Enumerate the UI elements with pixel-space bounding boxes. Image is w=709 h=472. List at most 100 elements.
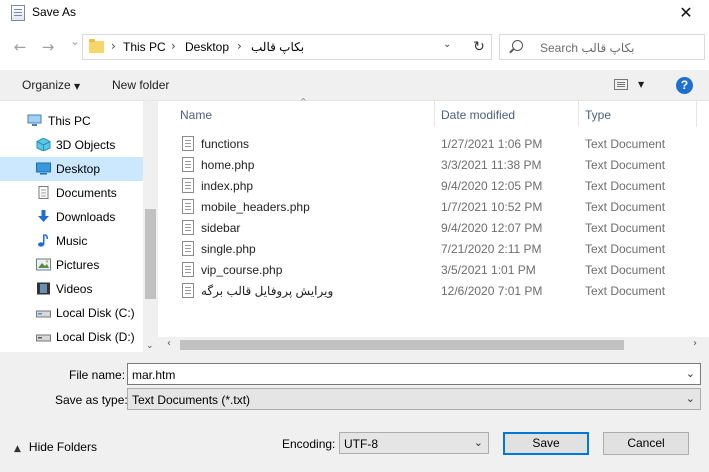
cube-icon [36, 138, 51, 151]
sidebar-item-3d-objects[interactable]: 3D Objects [0, 133, 143, 157]
sidebar-item-local-disk-c[interactable]: Local Disk (C:) [0, 301, 143, 325]
breadcrumb-separator[interactable]: › [111, 39, 116, 53]
new-folder-button[interactable]: New folder [112, 78, 169, 92]
text-document-icon [182, 220, 194, 235]
navigation-scrollbar[interactable]: ⌄ [143, 101, 158, 353]
sidebar-item-local-disk-d[interactable]: Local Disk (D:) [0, 325, 143, 349]
chevron-down-icon: ⌄ [473, 436, 483, 449]
file-type: Text Document [585, 137, 666, 151]
file-row[interactable]: functions 1/27/2021 1:06 PM Text Documen… [178, 133, 698, 154]
column-divider[interactable] [434, 101, 435, 127]
column-header-date-modified[interactable]: Date modified [441, 108, 515, 122]
scroll-left-icon[interactable]: ‹ [167, 338, 171, 349]
sidebar-item-label: Pictures [56, 258, 100, 272]
file-name-field[interactable]: mar.htm ⌄ [127, 363, 701, 385]
scroll-down-icon[interactable]: ⌄ [146, 341, 154, 351]
horizontal-scrollbar[interactable]: ‹ › [158, 337, 709, 353]
refresh-button[interactable]: ↻ [467, 34, 492, 60]
save-as-type-label: Save as type: [55, 393, 128, 407]
file-type: Text Document [585, 242, 666, 256]
sidebar-item-label: Documents [56, 186, 117, 200]
search-input[interactable]: Search بکاپ قالب [540, 41, 634, 55]
file-name: home.php [201, 158, 255, 172]
drive-icon [36, 334, 51, 342]
cancel-button[interactable]: Cancel [603, 432, 689, 455]
view-options-icon[interactable] [614, 79, 628, 90]
file-row[interactable]: index.php 9/4/2020 12:05 PM Text Documen… [178, 175, 698, 196]
text-document-icon [182, 136, 194, 151]
file-type: Text Document [585, 200, 666, 214]
navigation-pane: This PC 3D Objects Desktop Documents Dow… [0, 100, 158, 353]
file-type: Text Document [585, 158, 666, 172]
chevron-down-icon[interactable]: ⌄ [686, 367, 695, 380]
column-header-type[interactable]: Type [585, 108, 611, 122]
file-row[interactable]: mobile_headers.php 1/7/2021 10:52 PM Tex… [178, 196, 698, 217]
sidebar-item-label: Downloads [56, 210, 116, 224]
back-button[interactable]: ← [10, 38, 30, 56]
chevron-down-icon: ⌄ [685, 392, 695, 405]
column-divider[interactable] [578, 101, 579, 127]
file-date: 12/6/2020 7:01 PM [441, 284, 543, 298]
file-date: 1/27/2021 1:06 PM [441, 137, 543, 151]
breadcrumb-desktop[interactable]: Desktop [185, 40, 229, 54]
column-header-name[interactable]: Name [180, 108, 212, 122]
sidebar-item-documents[interactable]: Documents [0, 181, 143, 205]
help-button[interactable]: ? [676, 77, 693, 94]
music-note-icon [38, 234, 48, 247]
encoding-value: UTF-8 [344, 437, 378, 451]
scroll-right-icon[interactable]: › [693, 338, 697, 349]
file-row[interactable]: home.php 3/3/2021 11:38 PM Text Document [178, 154, 698, 175]
sidebar-item-downloads[interactable]: Downloads [0, 205, 143, 229]
file-type: Text Document [585, 263, 666, 277]
file-name: index.php [201, 179, 254, 193]
sidebar-item-label: This PC [48, 114, 91, 128]
file-row[interactable]: single.php 7/21/2020 2:11 PM Text Docume… [178, 238, 698, 259]
computer-icon [27, 114, 42, 126]
scrollbar-thumb[interactable] [145, 209, 156, 299]
file-name: ویرایش پروفایل قالب برگه [201, 284, 334, 298]
text-document-icon [182, 262, 194, 277]
hide-folders-button[interactable]: ▲ Hide Folders [14, 440, 97, 454]
sidebar-item-label: Local Disk (D:) [56, 330, 135, 344]
text-document-icon [182, 157, 194, 172]
column-divider[interactable] [696, 101, 697, 127]
search-box[interactable]: Search بکاپ قالب [499, 34, 705, 60]
drive-icon [36, 310, 51, 318]
breadcrumb-current-folder[interactable]: بکاپ قالب [251, 40, 304, 54]
breadcrumb-this-pc[interactable]: This PC [123, 40, 166, 54]
sidebar-item-music[interactable]: Music [0, 229, 143, 253]
file-name: functions [201, 137, 250, 151]
save-form: File name: mar.htm ⌄ Save as type: Text … [0, 352, 709, 472]
download-arrow-icon [38, 210, 49, 222]
sidebar-item-this-pc[interactable]: This PC [0, 109, 143, 133]
notepad-icon [11, 5, 25, 21]
file-row[interactable]: sidebar 9/4/2020 12:07 PM Text Document [178, 217, 698, 238]
organize-button[interactable]: Organize ▼ [22, 78, 80, 92]
encoding-select[interactable]: UTF-8 ⌄ [339, 432, 489, 454]
close-button[interactable]: ✕ [663, 0, 709, 26]
sidebar-item-videos[interactable]: Videos [0, 277, 143, 301]
breadcrumb-separator[interactable]: › [237, 39, 242, 53]
view-dropdown-icon[interactable]: ▼ [638, 80, 644, 89]
scrollbar-thumb[interactable] [180, 340, 624, 350]
sidebar-item-desktop[interactable]: Desktop [0, 157, 143, 181]
save-button[interactable]: Save [503, 432, 589, 455]
search-icon [512, 40, 523, 51]
file-name: single.php [201, 242, 256, 256]
chevron-up-icon: ▲ [14, 444, 21, 454]
sidebar-item-label: Local Disk (C:) [56, 306, 135, 320]
save-as-type-select[interactable]: Text Documents (*.txt) ⌄ [127, 388, 701, 410]
file-date: 9/4/2020 12:07 PM [441, 221, 543, 235]
sidebar-item-pictures[interactable]: Pictures [0, 253, 143, 277]
address-bar[interactable]: › This PC › Desktop › بکاپ قالب ⌄ [82, 34, 492, 60]
text-document-icon [182, 241, 194, 256]
file-row[interactable]: vip_course.php 3/5/2021 1:01 PM Text Doc… [178, 259, 698, 280]
forward-button[interactable]: → [38, 38, 58, 56]
text-document-icon [182, 199, 194, 214]
file-row[interactable]: ویرایش پروفایل قالب برگه 12/6/2020 7:01 … [178, 280, 698, 301]
address-dropdown-icon[interactable]: ⌄ [443, 39, 451, 50]
breadcrumb-separator[interactable]: › [171, 39, 176, 53]
folder-icon [89, 39, 104, 53]
text-document-icon [182, 178, 194, 193]
file-type: Text Document [585, 221, 666, 235]
